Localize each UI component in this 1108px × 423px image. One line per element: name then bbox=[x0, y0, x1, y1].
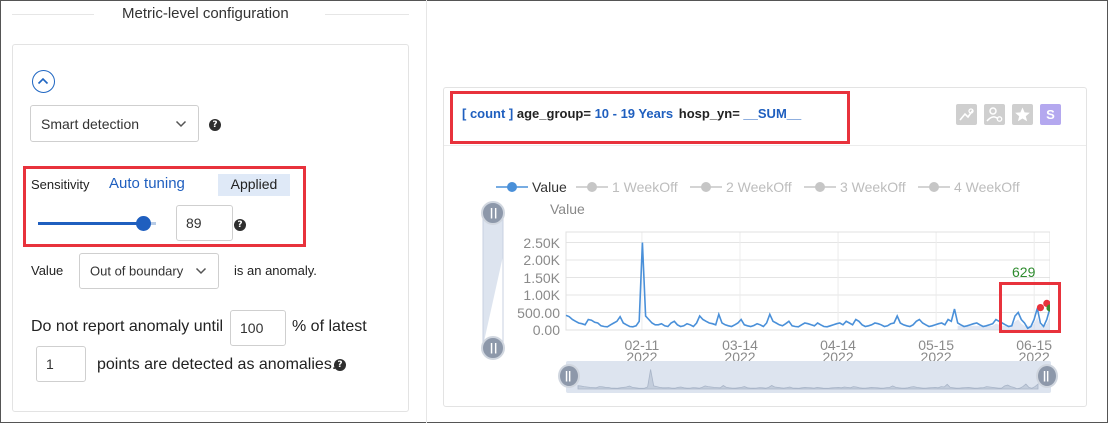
x-tick-label: 06-15 2022 bbox=[1004, 338, 1064, 364]
sensitivity-value: 89 bbox=[186, 215, 202, 231]
dim1-key: age_group= bbox=[516, 106, 591, 121]
sensitivity-slider-fill bbox=[38, 222, 144, 225]
legend-weekoff-marker bbox=[804, 182, 836, 192]
x-zoom-preview bbox=[577, 369, 1039, 390]
x-zoom-left-handle[interactable]: || bbox=[558, 364, 580, 388]
dim1-value: 10 - 19 Years bbox=[594, 106, 674, 121]
y-tick-label: 1.50K bbox=[523, 269, 560, 286]
value-line-chart bbox=[565, 231, 1050, 331]
legend-weekoff-marker bbox=[576, 182, 608, 192]
y-tick-label: 2.00K bbox=[523, 252, 560, 268]
legend-label: 1 WeekOff bbox=[612, 179, 678, 195]
detection-method-select[interactable]: Smart detection bbox=[30, 105, 199, 142]
x-tick-label: 04-14 2022 bbox=[808, 338, 868, 364]
section-rule-left bbox=[12, 14, 94, 15]
chevron-up-icon bbox=[37, 77, 49, 85]
x-zoom-right-handle[interactable]: || bbox=[1036, 364, 1058, 388]
value-series-line bbox=[565, 242, 1050, 330]
anomaly-rule-suffix: is an anomaly. bbox=[234, 263, 317, 278]
boundary-select[interactable]: Out of boundary bbox=[79, 253, 219, 289]
y-axis-title: Value bbox=[550, 201, 585, 217]
y-tick-label: 2.50K bbox=[523, 234, 560, 251]
anomaly-rule-prefix: Value bbox=[31, 263, 64, 278]
points-value: 1 bbox=[46, 356, 54, 372]
legend-value-marker bbox=[496, 182, 528, 192]
report-rule-prefix: Do not report anomaly until bbox=[31, 318, 224, 335]
collapse-button[interactable] bbox=[32, 70, 55, 93]
legend-weekoff-marker bbox=[690, 182, 722, 192]
chevron-down-icon bbox=[195, 267, 207, 275]
preview-area bbox=[577, 369, 1039, 390]
section-rule-right bbox=[325, 14, 409, 15]
x-tick-label: 02-11 2022 bbox=[612, 338, 672, 364]
detection-method-value: Smart detection bbox=[41, 115, 140, 132]
section-title: Metric-level configuration bbox=[122, 5, 289, 22]
report-rule-middle: % of latest bbox=[292, 318, 367, 335]
anomaly-highlight bbox=[999, 282, 1061, 333]
detection-help-icon[interactable]: ? bbox=[209, 119, 221, 131]
dim2-key: hosp_yn= bbox=[678, 106, 740, 121]
legend-label: Value bbox=[532, 179, 567, 195]
anomaly-value-label: 629 bbox=[1012, 263, 1036, 280]
points-input[interactable]: 1 bbox=[36, 346, 86, 382]
chevron-down-icon bbox=[175, 120, 187, 127]
compare-icon[interactable] bbox=[956, 104, 977, 125]
y-tick-label: 0.00 bbox=[532, 322, 560, 338]
user-settings-icon[interactable] bbox=[984, 104, 1005, 125]
card-header-divider bbox=[444, 145, 1086, 146]
auto-tuning-link[interactable]: Auto tuning bbox=[109, 175, 185, 192]
sensitivity-input[interactable]: 89 bbox=[176, 205, 233, 241]
applied-badge: Applied bbox=[218, 174, 290, 196]
panel-divider bbox=[426, 0, 427, 423]
plot-frame bbox=[565, 231, 1050, 331]
boundary-select-value: Out of boundary bbox=[90, 263, 184, 279]
series-measure: [ count ] bbox=[462, 106, 514, 121]
sensitivity-label: Sensitivity bbox=[31, 177, 90, 192]
y-tick-label: 500.00 bbox=[517, 304, 560, 321]
x-tick-label: 05-15 2022 bbox=[906, 338, 966, 364]
dim2-value: __SUM__ bbox=[743, 106, 802, 121]
report-rule-suffix: points are detected as anomalies. bbox=[97, 356, 337, 373]
report-help-icon[interactable]: ? bbox=[334, 359, 346, 371]
legend-label: 2 WeekOff bbox=[726, 179, 792, 195]
legend-weekoff-marker bbox=[918, 182, 950, 192]
legend-label: 3 WeekOff bbox=[840, 179, 906, 195]
star-icon[interactable] bbox=[1012, 104, 1033, 125]
y-zoom-top-handle[interactable]: || bbox=[481, 201, 505, 225]
x-tick-label: 03-14 2022 bbox=[710, 338, 770, 364]
percent-input[interactable]: 100 bbox=[230, 310, 286, 346]
sensitivity-slider-thumb[interactable] bbox=[135, 216, 151, 231]
percent-value: 100 bbox=[240, 320, 264, 336]
y-zoom-bottom-handle[interactable]: || bbox=[481, 336, 505, 360]
sensitivity-help-icon[interactable]: ? bbox=[234, 219, 246, 231]
x-zoom-slider[interactable] bbox=[566, 361, 1051, 393]
legend-label: 4 WeekOff bbox=[954, 179, 1020, 195]
series-header: [ count ] age_group= 10 - 19 Years hosp_… bbox=[462, 106, 801, 121]
y-tick-label: 1.00K bbox=[523, 287, 560, 303]
s-icon[interactable]: S bbox=[1040, 104, 1061, 125]
